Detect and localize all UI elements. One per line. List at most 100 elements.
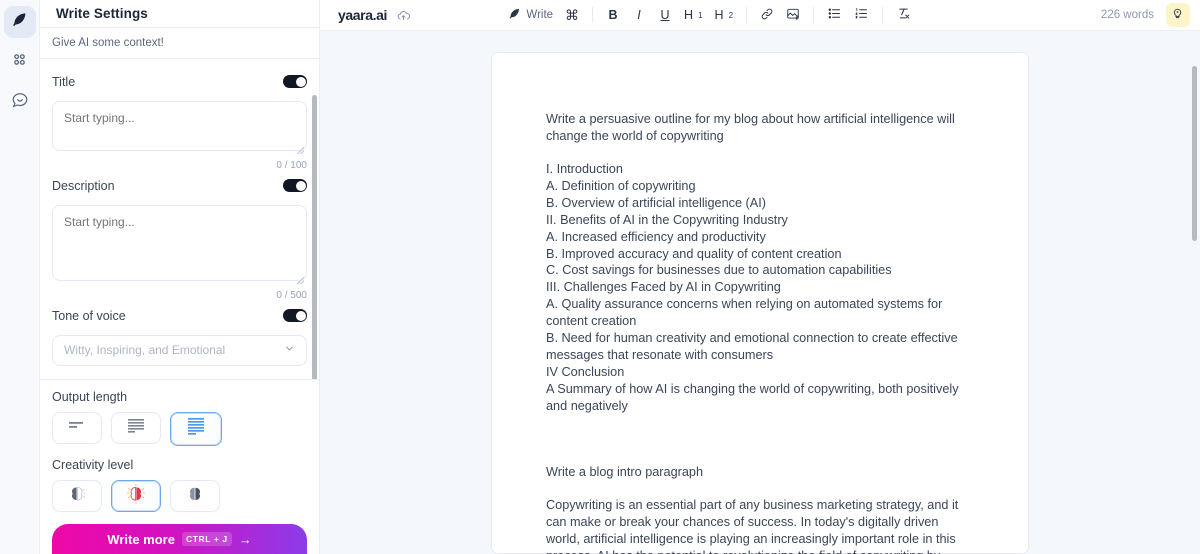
heading2-sub: 2 <box>728 10 734 20</box>
italic-label: I <box>637 8 641 23</box>
write-mode-button[interactable]: Write <box>503 3 558 27</box>
outline-item: B. Overview of artificial intelligence (… <box>546 195 766 210</box>
text-medium-icon <box>126 418 146 439</box>
lightbulb-icon <box>1171 6 1184 24</box>
text-long-icon <box>186 417 206 441</box>
clear-format-icon <box>896 6 911 24</box>
icon-rail <box>0 0 40 554</box>
app-root: Write Settings Give AI some context! Tit… <box>0 0 1200 554</box>
toolbar-divider <box>592 7 594 24</box>
title-field-head: Title <box>52 71 307 93</box>
underline-label: U <box>660 8 670 23</box>
editor-scrollbar[interactable] <box>1192 66 1197 242</box>
command-button[interactable]: ⌘ <box>560 3 584 27</box>
toolbar-divider <box>813 7 815 24</box>
keyword-field-head: Keyword <box>52 378 307 379</box>
write-settings-panel: Write Settings Give AI some context! Tit… <box>40 0 320 554</box>
toolbar-divider <box>882 7 884 24</box>
heading1-button[interactable]: H1 <box>679 3 707 27</box>
outline-item: I. Introduction <box>546 162 623 177</box>
image-add-icon <box>786 7 800 24</box>
output-length-long[interactable] <box>170 412 222 446</box>
lightbulb-button[interactable] <box>1165 3 1190 28</box>
clear-format-button[interactable] <box>891 3 916 27</box>
image-button[interactable] <box>781 3 805 27</box>
output-length-label: Output length <box>52 390 128 404</box>
title-label: Title <box>52 74 76 89</box>
outline-item: III. Challenges Faced by AI in Copywriti… <box>546 280 781 295</box>
tone-select[interactable]: Witty, Inspiring, and Emotional <box>52 334 307 366</box>
tone-toggle[interactable] <box>283 309 307 323</box>
tone-label: Tone of voice <box>52 308 126 323</box>
document-canvas: Write a persuasive outline for my blog a… <box>320 31 1200 554</box>
creativity-medium[interactable] <box>111 480 161 512</box>
creativity-label: Creativity level <box>52 458 134 472</box>
bold-button[interactable]: B <box>601 3 625 27</box>
output-length-options <box>52 412 307 446</box>
heading1-sub: 1 <box>698 10 703 20</box>
prompt-line: change the world of copywriting <box>546 129 724 144</box>
heading2-label: H <box>714 8 724 23</box>
editor-toolbar: yaara.ai Write ⌘ B I U H 1 H 2 226 words <box>320 0 1200 32</box>
description-label: Description <box>52 178 115 193</box>
document-card[interactable]: Write a persuasive outline for my blog a… <box>491 52 1029 554</box>
bold-label: B <box>608 8 618 23</box>
description-field-group: Description 0 / 500 <box>52 175 307 301</box>
link-icon <box>760 7 774 24</box>
outline-item: B. Improved accuracy and quality of cont… <box>546 246 842 261</box>
bullet-list-icon <box>827 6 842 24</box>
write-more-shortcut: CTRL + J <box>181 532 232 546</box>
write-more-button[interactable]: Write more CTRL + J → <box>52 524 307 554</box>
grid-apps-icon <box>11 51 28 73</box>
chevron-down-icon <box>284 343 295 357</box>
keyword-field-group: Keyword <box>52 378 307 379</box>
settings-header: Write Settings <box>40 0 319 28</box>
arrow-right-icon: → <box>238 531 252 547</box>
body-paragraph: Copywriting is an essential part of any … <box>546 498 959 554</box>
toolbar-divider <box>746 7 748 24</box>
cloud-upload-icon[interactable] <box>396 8 411 23</box>
title-counter: 0 / 100 <box>276 159 307 171</box>
output-length-short[interactable] <box>52 412 102 444</box>
command-icon: ⌘ <box>565 6 580 23</box>
description-toggle[interactable] <box>283 179 307 193</box>
settings-subtitle: Give AI some context! <box>40 28 319 59</box>
link-button[interactable] <box>755 3 779 27</box>
tone-field-group: Tone of voice Witty, Inspiring, and Emot… <box>52 305 307 366</box>
settings-bottom-section: Output length Creativity level Write mor… <box>40 379 319 554</box>
brain-low-icon <box>66 484 88 509</box>
creativity-low[interactable] <box>52 480 102 512</box>
toolbar-center-group: Write ⌘ B I U H1 H2 <box>503 3 916 27</box>
title-field-group: Title 0 / 100 <box>52 71 307 171</box>
rail-item-apps[interactable] <box>4 46 36 78</box>
page-title: Write Settings <box>56 5 148 21</box>
tone-field-head: Tone of voice <box>52 305 307 327</box>
outline-item: A. Definition of copywriting <box>546 178 696 193</box>
title-toggle[interactable] <box>283 75 307 89</box>
outline-item: A. Quality assurance concerns when relyi… <box>546 297 943 329</box>
numbered-list-button[interactable] <box>849 3 874 27</box>
outline-item: A. Increased efficiency and productivity <box>546 229 766 244</box>
prompt-line: Write a blog intro paragraph <box>546 465 704 480</box>
creativity-high[interactable] <box>170 480 220 512</box>
app-logo: yaara.ai <box>338 7 387 24</box>
tone-select-value: Witty, Inspiring, and Emotional <box>64 343 226 358</box>
output-length-medium[interactable] <box>111 412 161 444</box>
outline-item: II. Benefits of AI in the Copywriting In… <box>546 212 788 227</box>
settings-scroll-area: Title 0 / 100 Description 0 / 500 <box>40 59 319 379</box>
outline-item: B. Need for human creativity and emotion… <box>546 330 958 362</box>
brain-high-icon <box>184 484 206 509</box>
description-input[interactable] <box>52 204 307 281</box>
bullet-list-button[interactable] <box>822 3 847 27</box>
outline-item: C. Cost savings for businesses due to au… <box>546 263 892 278</box>
settings-scrollbar[interactable] <box>312 94 317 379</box>
title-input[interactable] <box>52 100 307 151</box>
rail-item-chat[interactable] <box>4 86 36 118</box>
numbered-list-icon <box>854 6 869 24</box>
rail-item-write[interactable] <box>3 6 36 38</box>
underline-button[interactable]: U <box>653 3 677 27</box>
italic-button[interactable]: I <box>627 3 651 27</box>
heading2-button[interactable]: H2 <box>710 3 738 27</box>
